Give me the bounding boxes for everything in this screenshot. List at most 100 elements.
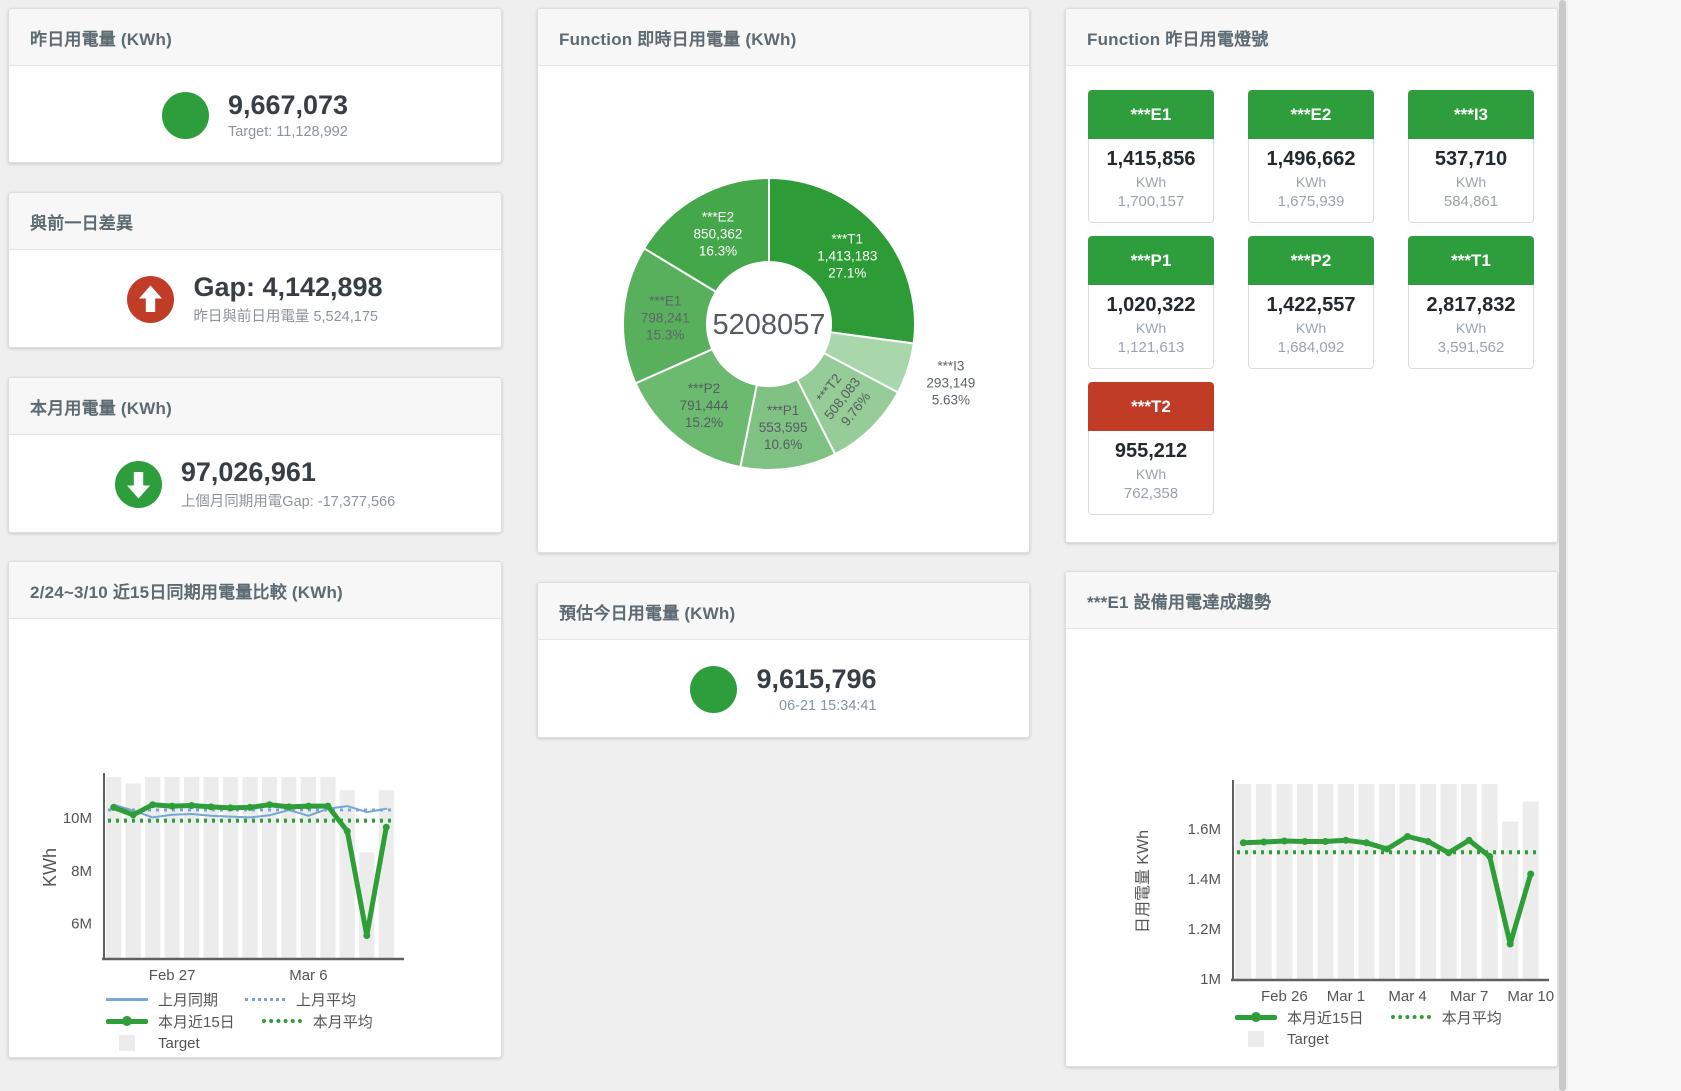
- legend-item[interactable]: Target: [106, 1035, 200, 1052]
- panel-title: 與前一日差異: [30, 209, 133, 234]
- panel-header[interactable]: ***E1 設備用電達成趨勢: [1066, 572, 1557, 629]
- stat-value: 9,667,073: [228, 90, 348, 121]
- lights-grid: ***E11,415,856KWh1,700,157***E21,496,662…: [1066, 66, 1557, 515]
- legend-marker-icon: [106, 1035, 148, 1051]
- legend-marker-icon: [1235, 1015, 1277, 1020]
- light-tile: ***I3537,710KWh584,861: [1408, 90, 1534, 223]
- realtime-donut-chart: ***T11,413,18327.1%***I3293,1495.63%***T…: [538, 66, 1029, 553]
- light-tile-body: 2,817,832KWh3,591,562: [1408, 285, 1534, 369]
- panel-title: 昨日用電量 (KWh): [30, 25, 172, 50]
- light-tile-header: ***T2: [1088, 382, 1214, 431]
- legend-item[interactable]: 本月平均: [261, 1011, 373, 1032]
- arrow-up-circle-icon: [127, 276, 174, 323]
- panel-header[interactable]: 預估今日用電量 (KWh): [538, 583, 1029, 640]
- panel-header[interactable]: 2/24~3/10 近15日同期用電量比較 (KWh): [9, 562, 501, 619]
- donut-center-total: 5208057: [713, 309, 826, 341]
- legend-label: 上月平均: [296, 989, 356, 1010]
- light-tile-body: 955,212KWh762,358: [1088, 431, 1214, 515]
- panel-title: 2/24~3/10 近15日同期用電量比較 (KWh): [30, 578, 343, 603]
- stat-subtitle: Target: 11,128,992: [228, 124, 348, 140]
- y-tick-label: 1.2M: [1188, 921, 1221, 938]
- panel-e1-trend-chart: ***E1 設備用電達成趨勢 1M1.2M1.4M1.6MFeb 26Mar 1…: [1065, 571, 1558, 1067]
- panel-header[interactable]: 昨日用電量 (KWh): [9, 9, 501, 66]
- light-tile-target: 1,684,092: [1249, 339, 1373, 356]
- line-chart-body: 1M1.2M1.4M1.6MFeb 26Mar 1Mar 4Mar 7Mar 1…: [1066, 629, 1557, 1067]
- legend-marker-icon: [1390, 1015, 1432, 1019]
- right-gutter: [1568, 0, 1681, 1091]
- y-tick-label: 1.4M: [1188, 871, 1221, 888]
- panel-15day-compare-chart: 2/24~3/10 近15日同期用電量比較 (KWh) 6M8M10MFeb 2…: [8, 561, 502, 1058]
- stat-timestamp: 06-21 15:34:41: [756, 698, 876, 714]
- light-tile-header: ***P2: [1248, 236, 1374, 285]
- light-tile-value: 1,415,856: [1089, 148, 1213, 171]
- legend-item[interactable]: 上月平均: [244, 989, 356, 1010]
- scrollbar-thumb[interactable]: [1559, 0, 1566, 1091]
- y-tick-label: 8M: [71, 863, 92, 880]
- panel-month-usage: 本月用電量 (KWh) 97,026,961 上個月同期用電Gap: -17,3…: [8, 377, 502, 533]
- light-tile: ***T2955,212KWh762,358: [1088, 382, 1214, 515]
- stat-body: 9,615,796 06-21 15:34:41: [538, 640, 1029, 738]
- light-tile-value: 2,817,832: [1409, 294, 1533, 317]
- legend-item[interactable]: 本月近15日: [1235, 1007, 1364, 1028]
- status-circle-icon: [690, 666, 737, 713]
- legend-marker-icon: [261, 1019, 303, 1023]
- panel-header[interactable]: Function 昨日用電燈號: [1066, 9, 1557, 66]
- light-tile-value: 955,212: [1089, 440, 1213, 463]
- light-tile-body: 1,415,856 KWh 1,700,157: [1088, 139, 1214, 223]
- panel-header[interactable]: 本月用電量 (KWh): [9, 378, 501, 435]
- light-tile-target: 1,700,157: [1089, 193, 1213, 210]
- light-tile-body: 1,020,322KWh1,121,613: [1088, 285, 1214, 369]
- light-tile-unit: KWh: [1089, 174, 1213, 190]
- chart-legend: 本月近15日 本月平均 Target: [1235, 1006, 1502, 1050]
- light-tile-value: 1,422,557: [1249, 294, 1373, 317]
- legend-label: Target: [1287, 1031, 1329, 1048]
- legend-marker-icon: [1235, 1031, 1277, 1047]
- compare15-chart: 6M8M10MFeb 27Mar 6KWh: [9, 619, 501, 985]
- legend-item[interactable]: 本月近15日: [106, 1011, 235, 1032]
- panel-header[interactable]: 與前一日差異: [9, 193, 501, 250]
- x-tick-label: Mar 4: [1388, 988, 1426, 1003]
- dashboard: { "theme": { "green": "#2e9e3d", "red": …: [0, 0, 1681, 1091]
- light-tile-unit: KWh: [1409, 174, 1533, 190]
- legend-label: 本月平均: [1442, 1007, 1502, 1028]
- light-tile: ***E21,496,662KWh1,675,939: [1248, 90, 1374, 223]
- x-tick-label: Mar 10: [1507, 988, 1554, 1003]
- x-tick-label: Mar 7: [1450, 988, 1488, 1003]
- light-tile-header: ***I3: [1408, 90, 1534, 139]
- x-tick-label: Feb 27: [149, 967, 196, 984]
- legend-label: Target: [158, 1035, 200, 1052]
- light-tile-value: 1,020,322: [1089, 294, 1213, 317]
- panel-prev-day-gap: 與前一日差異 Gap: 4,142,898 昨日與前日用電量 5,524,175: [8, 192, 502, 348]
- panel-realtime-donut: Function 即時日用電量 (KWh) ***T11,413,18327.1…: [537, 8, 1030, 553]
- light-tile-value: 537,710: [1409, 148, 1533, 171]
- legend-item[interactable]: Target: [1235, 1031, 1329, 1048]
- light-tile-value: 1,496,662: [1249, 148, 1373, 171]
- legend-item[interactable]: 上月同期: [106, 989, 218, 1010]
- legend-marker-icon: [106, 998, 148, 1001]
- light-tile-body: 1,422,557 KWh 1,684,092: [1248, 285, 1374, 369]
- legend-label: 本月近15日: [1287, 1007, 1364, 1028]
- light-tile-unit: KWh: [1249, 174, 1373, 190]
- stat-body: 97,026,961 上個月同期用電Gap: -17,377,566: [9, 435, 501, 533]
- panel-title: Function 昨日用電燈號: [1087, 25, 1268, 50]
- light-tile-header: ***E2: [1248, 90, 1374, 139]
- y-tick-label: 1M: [1200, 971, 1221, 988]
- panel-header[interactable]: Function 即時日用電量 (KWh): [538, 9, 1029, 66]
- light-tile-unit: KWh: [1089, 466, 1213, 482]
- stat-subtitle: 昨日與前日用電量 5,524,175: [193, 305, 382, 326]
- legend-label: 本月近15日: [158, 1011, 235, 1032]
- x-tick-label: Mar 6: [289, 967, 327, 984]
- x-tick-label: Feb 26: [1261, 988, 1308, 1003]
- panel-title: 預估今日用電量 (KWh): [559, 599, 735, 624]
- legend-item[interactable]: 本月平均: [1390, 1007, 1502, 1028]
- donut-chart-body: ***T11,413,18327.1%***I3293,1495.63%***T…: [538, 66, 1029, 553]
- light-tile: ***P11,020,322KWh1,121,613: [1088, 236, 1214, 369]
- light-tile-unit: KWh: [1089, 320, 1213, 336]
- light-tile-unit: KWh: [1249, 320, 1373, 336]
- arrow-down-circle-icon: [115, 461, 162, 508]
- legend-marker-icon: [106, 1019, 148, 1024]
- panel-title: Function 即時日用電量 (KWh): [559, 25, 796, 50]
- y-axis-title: KWh: [40, 848, 60, 887]
- light-tile-body: 1,496,662KWh1,675,939: [1248, 139, 1374, 223]
- y-axis-title: 日用電量 KWh: [1135, 830, 1152, 933]
